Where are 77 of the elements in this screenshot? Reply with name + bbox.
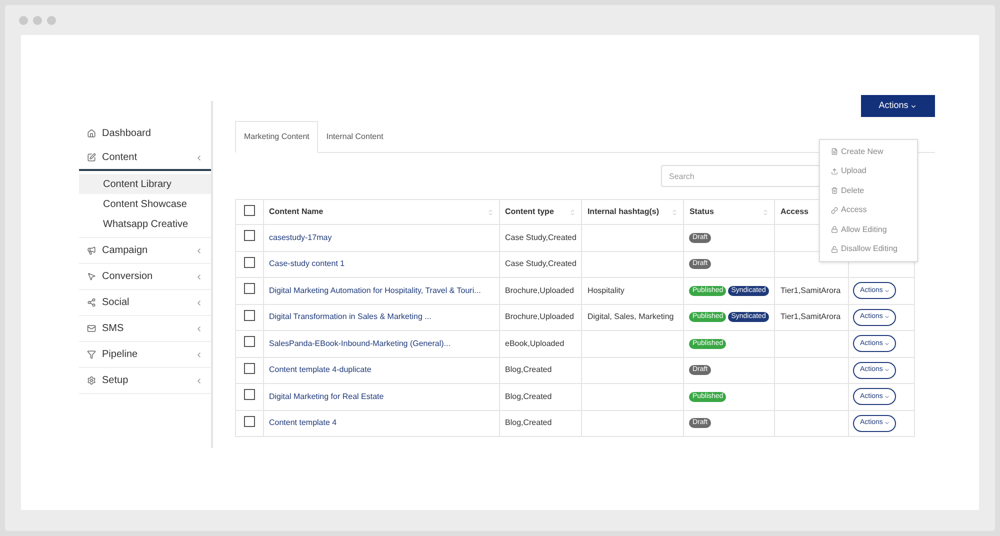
sidebar-subitem[interactable]: Content Library (79, 174, 211, 194)
chevron-icon[interactable] (195, 376, 203, 384)
content-link[interactable]: Content template 4 (264, 410, 500, 436)
unlock-icon (831, 246, 838, 253)
sidebar-item[interactable]: Content (79, 146, 211, 171)
content-link[interactable]: SalesPanda-EBook-Inbound-Marketing (General)... (264, 330, 500, 357)
tab[interactable]: Internal Content (318, 121, 392, 153)
table-cell: Digital, Sales, Marketing (582, 304, 684, 330)
table-cell: Tier1,SamitArora (774, 304, 849, 330)
column-header[interactable]: Internal hashtag(s) (582, 200, 684, 224)
chevron-icon[interactable] (195, 272, 203, 280)
content-link[interactable]: Content template 4-duplicate (264, 357, 500, 384)
checkbox[interactable] (244, 230, 255, 242)
sidebar-subitem[interactable]: Content Showcase (79, 194, 211, 214)
sidebar-item[interactable]: Social (79, 290, 211, 315)
file-icon (831, 148, 838, 156)
caret-icon (910, 102, 918, 110)
table-cell: Blog,Created (500, 384, 582, 410)
link-icon (831, 206, 838, 214)
content-link[interactable]: Digital Marketing Automation for Hospitality, Travel & Touri... (264, 278, 500, 304)
chevron-icon[interactable] (195, 154, 203, 162)
table-cell: Hospitality (582, 278, 684, 304)
chevron-icon[interactable] (195, 246, 203, 254)
content-link[interactable]: casestudy-17may (264, 224, 500, 251)
checkbox[interactable] (244, 204, 255, 216)
megaphone-icon (87, 246, 96, 255)
filter-icon (87, 350, 96, 359)
table-cell: Brochure,Uploaded (500, 278, 582, 304)
sidebar-item[interactable]: Dashboard (79, 121, 211, 146)
settings-icon (87, 376, 96, 385)
trash-icon (831, 187, 838, 194)
content-link[interactable]: Case-study content 1 (264, 251, 500, 278)
edit-icon (87, 153, 96, 162)
table-cell: Blog,Created (500, 357, 582, 384)
chevron-icon (884, 314, 890, 320)
column-header[interactable]: Status (684, 200, 775, 224)
checkbox[interactable] (244, 389, 255, 400)
column-header[interactable]: Content type (500, 200, 582, 224)
menu-item[interactable]: Disallow Editing (820, 240, 917, 259)
home-icon (87, 129, 96, 138)
checkbox[interactable] (244, 362, 255, 374)
pointer-icon (87, 272, 96, 281)
mail-icon (87, 324, 96, 333)
chevron-icon (884, 420, 890, 426)
column-header[interactable]: Content Name (264, 200, 500, 224)
menu-item[interactable]: Create New (820, 142, 917, 162)
chevron-icon[interactable] (195, 298, 203, 306)
sidebar-item[interactable]: Pipeline (79, 342, 211, 367)
checkbox[interactable] (244, 310, 255, 321)
table-cell: eBook,Uploaded (500, 330, 582, 357)
actions-button[interactable]: Actions (861, 95, 935, 117)
sidebar-item[interactable]: Campaign (79, 238, 211, 263)
chevron-icon[interactable] (195, 324, 203, 332)
sidebar-subitem[interactable]: Whatsapp Creative (79, 214, 211, 234)
checkbox[interactable] (244, 336, 255, 348)
chevron-icon (884, 340, 890, 347)
share-icon (87, 298, 96, 307)
sidebar-item[interactable]: Setup (79, 368, 211, 393)
chevron-icon (884, 367, 890, 374)
table-cell: Blog,Created (500, 410, 582, 436)
chevron-icon[interactable] (195, 350, 203, 358)
table-cell: Brochure,Uploaded (500, 304, 582, 330)
checkbox[interactable] (244, 256, 255, 268)
checkbox[interactable] (244, 283, 255, 294)
checkbox[interactable] (244, 416, 255, 427)
chevron-icon (884, 394, 890, 400)
table-cell: Tier1,SamitArora (774, 278, 849, 304)
lock-icon (831, 226, 838, 234)
tab[interactable]: Marketing Content (235, 121, 318, 153)
table-cell: Case Study,Created (500, 251, 582, 278)
chevron-icon (884, 288, 890, 294)
content-link[interactable]: Digital Transformation in Sales & Marketing ... (264, 304, 500, 330)
upload-icon (831, 168, 838, 175)
sidebar-item[interactable]: Conversion (79, 264, 211, 289)
content-link[interactable]: Digital Marketing for Real Estate (264, 384, 500, 410)
table-cell: Case Study,Created (500, 224, 582, 251)
sidebar-item[interactable]: SMS (79, 316, 211, 341)
